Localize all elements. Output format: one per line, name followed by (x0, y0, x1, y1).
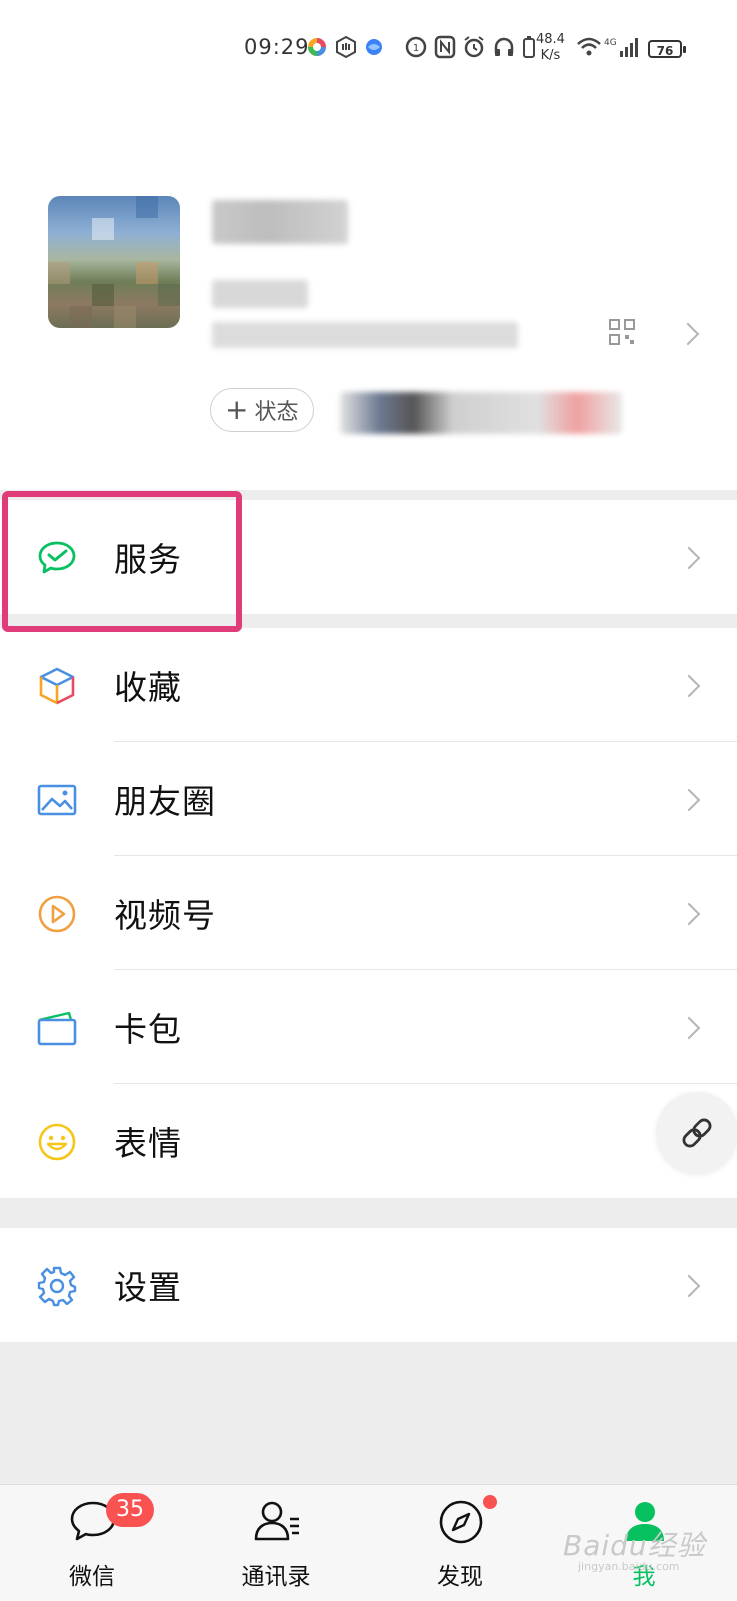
menu-item-card-wallet[interactable]: 卡包 (0, 970, 737, 1084)
profile-header[interactable]: + 状态 (0, 100, 737, 490)
tab-discover[interactable]: 发现 (400, 1485, 520, 1601)
features-section: 收藏 朋友圈 视频号 卡包 表情 (0, 628, 737, 1198)
network-speed: 48.4 K/s (536, 32, 565, 64)
menu-item-settings[interactable]: 设置 (0, 1228, 737, 1342)
chevron-right-icon (677, 1016, 701, 1040)
status-time: 09:29 (244, 35, 310, 59)
sync-icon: 1 (404, 35, 428, 63)
app-notification-icon (306, 36, 328, 62)
net-speed-unit: K/s (540, 48, 561, 63)
tab-label: 微信 (69, 1564, 115, 1590)
favorites-cube-icon (39, 667, 75, 705)
nfc-icon (434, 35, 456, 63)
chevron-right-icon (677, 902, 701, 926)
menu-item-label: 表情 (114, 1124, 182, 1163)
link-icon (682, 1118, 712, 1148)
unread-badge: 35 (106, 1493, 154, 1527)
contacts-icon (254, 1501, 299, 1541)
discover-red-dot (483, 1495, 497, 1509)
menu-item-favorites[interactable]: 收藏 (0, 628, 737, 742)
friend-status-blurred[interactable] (340, 392, 622, 434)
card-wallet-icon (37, 1011, 77, 1046)
tab-chats[interactable]: 35 微信 (32, 1485, 154, 1601)
channels-play-icon (38, 895, 76, 933)
wechat-id-blurred (212, 280, 308, 308)
tab-contacts[interactable]: 通讯录 (216, 1485, 336, 1601)
gear-icon (37, 1266, 77, 1307)
tab-label: 通讯录 (241, 1564, 311, 1590)
menu-item-label: 设置 (114, 1268, 182, 1307)
menu-item-stickers[interactable]: 表情 (0, 1084, 737, 1198)
wechat-id-detail-blurred (212, 322, 518, 348)
alarm-icon (462, 35, 486, 63)
chevron-right-icon (677, 546, 701, 570)
menu-item-moments[interactable]: 朋友圈 (0, 742, 737, 856)
floating-link-button[interactable] (656, 1092, 737, 1174)
vibrate-battery-icon (522, 35, 536, 63)
chevron-right-icon (677, 1274, 701, 1298)
browser-icon (364, 37, 384, 61)
signal-area: 4G (576, 34, 641, 64)
watermark: Baidu经验 (563, 1529, 706, 1562)
hand-icon (334, 35, 358, 63)
menu-item-label: 视频号 (114, 896, 216, 935)
compass-icon (439, 1500, 483, 1544)
signal-icon (619, 36, 641, 62)
menu-item-label: 朋友圈 (114, 782, 216, 821)
nickname-blurred (212, 200, 348, 244)
battery-icon: 76 (648, 40, 686, 58)
qr-code-icon[interactable] (608, 318, 636, 346)
menu-item-label: 卡包 (114, 1010, 182, 1049)
menu-item-label: 收藏 (114, 668, 182, 707)
status-bar: 09:29 1 48.4 K/s 4G 76 (0, 0, 737, 100)
watermark-url: jingyan.baidu.com (578, 1560, 680, 1573)
avatar[interactable] (48, 196, 180, 328)
add-status-label: 状态 (254, 400, 299, 425)
wifi-icon (576, 36, 602, 62)
profile-chevron-icon[interactable] (676, 322, 700, 346)
tab-label: 发现 (437, 1564, 483, 1590)
net-speed-value: 48.4 (536, 32, 565, 47)
menu-item-channels[interactable]: 视频号 (0, 856, 737, 970)
network-type: 4G (604, 38, 617, 48)
settings-section: 设置 (0, 1228, 737, 1342)
status-system-icons: 1 (404, 34, 536, 64)
svg-text:1: 1 (413, 43, 419, 54)
smiley-face-icon (38, 1123, 76, 1161)
moments-image-icon (37, 784, 77, 816)
status-app-icons (306, 34, 384, 64)
chevron-right-icon (677, 674, 701, 698)
add-status-button[interactable]: + 状态 (210, 388, 314, 432)
highlight-box-services (2, 491, 242, 632)
chevron-right-icon (677, 788, 701, 812)
plus-icon: + (225, 393, 249, 426)
headphones-icon (492, 35, 516, 63)
